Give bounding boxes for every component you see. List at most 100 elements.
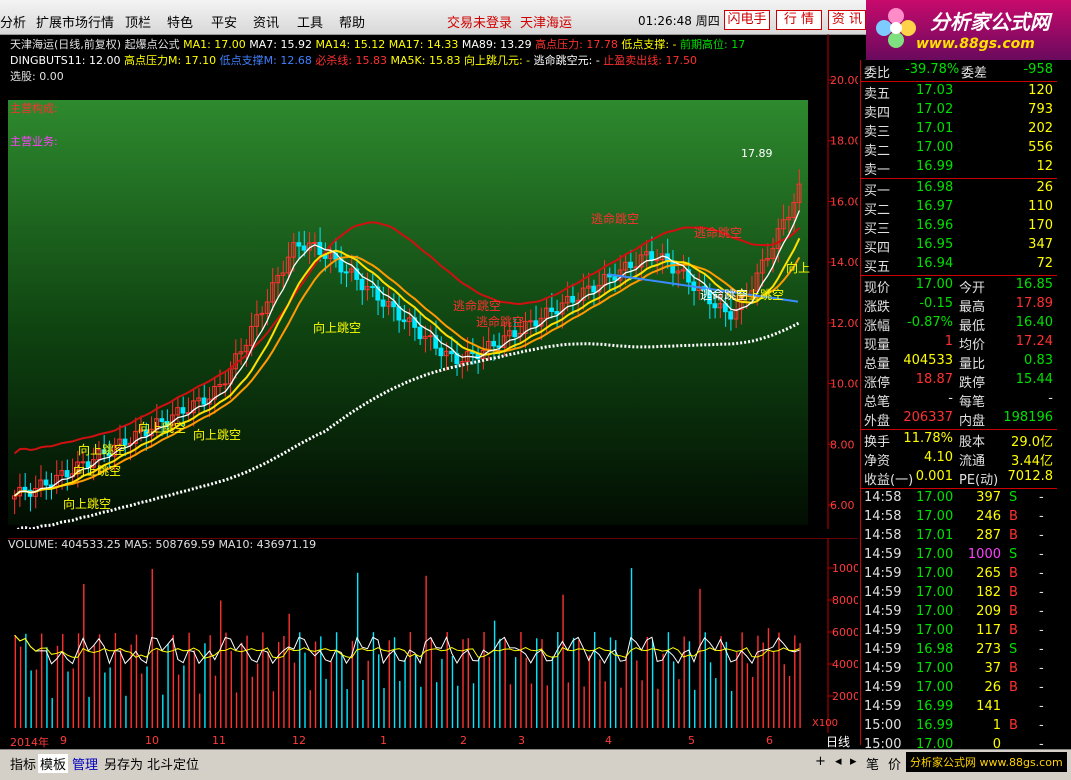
- volume-bar: [446, 632, 448, 728]
- tab-save-as[interactable]: 另存为: [104, 754, 143, 773]
- order-diff-value: -958: [1023, 62, 1053, 77]
- tab-price[interactable]: 价: [888, 754, 901, 773]
- news-button[interactable]: 资 讯: [828, 10, 866, 30]
- ask-volume: 202: [1028, 121, 1053, 136]
- menu-topbar[interactable]: 顶栏: [125, 12, 151, 31]
- stat-value: 0.001: [915, 469, 953, 484]
- menu-extended-market[interactable]: 扩展市场行情: [36, 12, 114, 31]
- chart-annotation: 向上跳空: [736, 287, 784, 302]
- ma-value: MA7: 15.92: [245, 38, 313, 51]
- menu-tools[interactable]: 工具: [297, 12, 323, 31]
- stat-value: 15.44: [1015, 372, 1053, 387]
- tick-dash: -: [1039, 718, 1044, 733]
- quote-button[interactable]: 行 情: [776, 10, 822, 30]
- volume-chart[interactable]: 10000 8000 6000 4000 2000 X100: [8, 538, 858, 733]
- tick-dash: -: [1039, 661, 1044, 676]
- menu-help[interactable]: 帮助: [339, 12, 365, 31]
- volume-bar: [225, 632, 227, 728]
- tab-beidou[interactable]: 北斗定位: [147, 754, 199, 773]
- tick-volume: 117: [976, 623, 1001, 638]
- ask-volume: 12: [1036, 159, 1053, 174]
- candle: [533, 320, 539, 327]
- volume-bar: [420, 686, 422, 728]
- candle: [22, 486, 28, 491]
- volume-bar: [309, 690, 311, 728]
- volume-bar: [378, 654, 380, 728]
- candle: [417, 326, 423, 340]
- stat-row: 涨跌 -0.15 最高 17.89: [861, 296, 1057, 315]
- volume-bar: [688, 641, 691, 728]
- tab-indicator[interactable]: 指标: [10, 754, 36, 773]
- candle: [554, 311, 560, 315]
- stat-label: 外盘: [864, 414, 891, 429]
- tab-template[interactable]: 模板: [38, 754, 69, 773]
- chart-annotation: 向上跳空: [73, 463, 121, 478]
- tick-time: 14:59: [864, 642, 902, 657]
- volume-axis-label: 2000: [832, 690, 858, 703]
- volume-bar: [304, 652, 306, 728]
- ma-line-1: 天津海运(日线,前复权) 起爆点公式 MA1: 17.00 MA7: 15.92…: [10, 36, 810, 52]
- tick-price: 17.00: [916, 490, 954, 505]
- stat-value: 17.00: [915, 277, 953, 292]
- logo-title: 分析家公式网: [930, 10, 1050, 34]
- tick-price: 17.00: [916, 585, 954, 600]
- stat-label: 内盘: [959, 414, 986, 429]
- scroll-left-icon[interactable]: ◂: [835, 754, 842, 769]
- stat-row: 涨幅 -0.87% 最低 16.40: [861, 315, 1057, 334]
- volume-bar: [72, 668, 74, 728]
- ask-label: 卖二: [864, 144, 891, 159]
- ma-values-1: MA1: 17.00 MA7: 15.92 MA14: 15.12 MA17: …: [183, 38, 745, 51]
- date-tick-label: 6: [766, 734, 773, 747]
- stock-name-top: 天津海运: [520, 16, 573, 31]
- stat-value: 206337: [903, 410, 953, 425]
- volume-bar: [630, 568, 633, 728]
- volume-bar: [146, 666, 148, 728]
- flower-logo-icon: [876, 8, 916, 48]
- volume-bar: [114, 633, 117, 728]
- volume-bar: [441, 658, 443, 728]
- period-label[interactable]: 日线: [818, 733, 858, 749]
- login-status[interactable]: 交易未登录: [447, 12, 512, 31]
- add-icon[interactable]: +: [815, 754, 826, 769]
- volume-bar: [694, 689, 696, 728]
- scroll-right-icon[interactable]: ▸: [850, 754, 857, 769]
- bid-volume: 110: [1028, 199, 1053, 214]
- volume-bar: [499, 638, 501, 728]
- volume-bar: [25, 633, 27, 728]
- volume-bar: [183, 665, 185, 728]
- chart-annotation: 逃命跳空: [476, 314, 524, 329]
- flash-trade-button[interactable]: 闪电手: [724, 10, 770, 30]
- bid-label: 买五: [864, 260, 891, 275]
- chart-annotation: 向上: [786, 260, 810, 275]
- candle: [338, 258, 344, 273]
- tick-price: 17.00: [916, 566, 954, 581]
- bid-price: 16.96: [916, 218, 954, 233]
- bid-label: 买一: [864, 184, 891, 199]
- menu-features[interactable]: 特色: [167, 12, 193, 31]
- bid-price: 16.94: [916, 256, 954, 271]
- volume-bar: [504, 638, 506, 728]
- stock-select-value: 选股: 0.00: [10, 70, 64, 83]
- bottom-tab-bar: 指标 模板 管理 另存为 北斗定位 + ◂ ▸ 笔 价 分析家公式网 www.8…: [0, 749, 1071, 780]
- menu-news[interactable]: 资讯: [253, 12, 279, 31]
- tab-trades[interactable]: 笔: [866, 754, 879, 773]
- bid-row: 买三 16.96 170: [861, 218, 1057, 237]
- tick-dash: -: [1039, 547, 1044, 562]
- volume-bar: [757, 635, 759, 728]
- tab-manage[interactable]: 管理: [72, 754, 98, 773]
- volume-bar: [51, 698, 53, 728]
- volume-bar: [214, 675, 217, 728]
- ask-volume: 120: [1028, 83, 1053, 98]
- volume-bar: [783, 664, 785, 728]
- menu-analysis[interactable]: 分析: [0, 12, 26, 31]
- volume-bar: [272, 691, 275, 728]
- price-chart[interactable]: 向上跳空向上跳空向上跳空向上跳空 向上跳空向上跳空逃命跳空逃命跳空逃命跳空逃命跳空…: [8, 34, 858, 529]
- menu-pingan[interactable]: 平安: [211, 12, 237, 31]
- volume-bar: [288, 613, 290, 728]
- bid-row: 买一 16.98 26: [861, 180, 1057, 199]
- tick-row: 14:59 17.00 209 B -: [861, 604, 1057, 623]
- candle: [649, 251, 655, 261]
- volume-bar: [93, 645, 96, 728]
- tick-volume: 1: [992, 718, 1001, 733]
- tick-side: B: [1009, 680, 1018, 695]
